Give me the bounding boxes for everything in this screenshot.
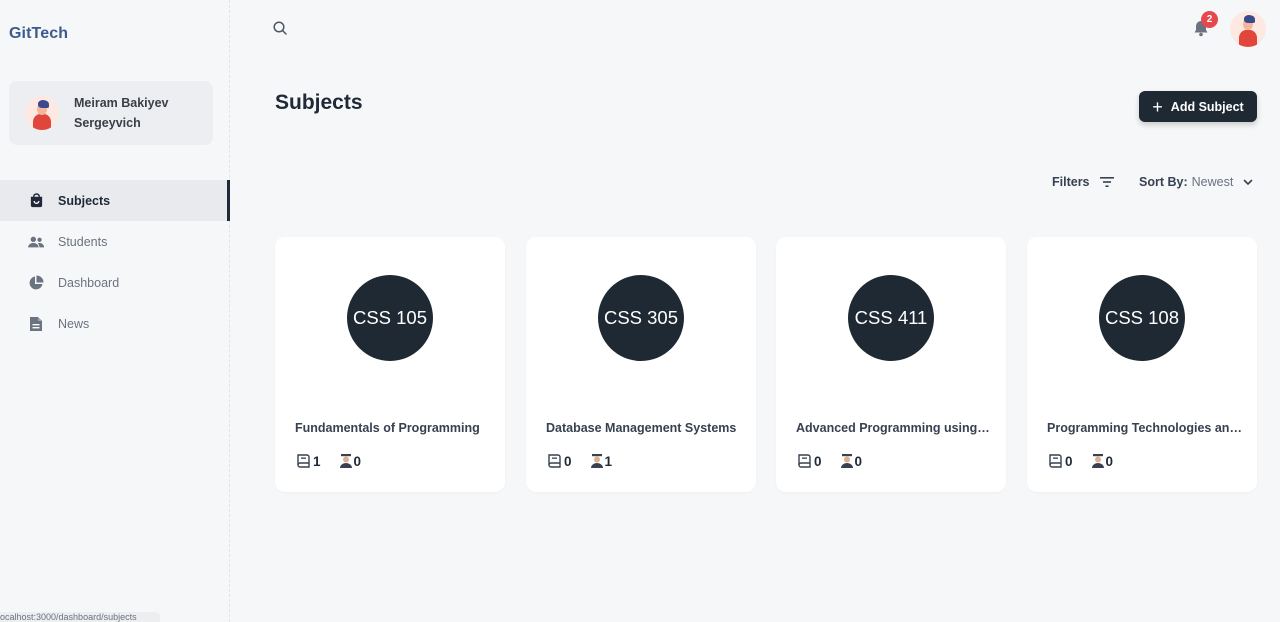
profile-name-first: Meiram Bakiyev: [74, 96, 169, 110]
subject-code-badge: CSS 411: [848, 275, 934, 361]
teachers-stat: 0: [339, 453, 362, 469]
filters-label: Filters: [1052, 175, 1090, 189]
subject-name: Programming Technologies and Tools: [1047, 421, 1242, 435]
teacher-icon: [590, 454, 603, 468]
subject-code-badge: CSS 105: [347, 275, 433, 361]
page-title: Subjects: [275, 91, 363, 114]
subject-stats: 1 0: [296, 453, 379, 469]
status-bar-url: ocalhost:3000/dashboard/subjects: [0, 612, 160, 622]
avatar: [25, 96, 59, 130]
book-icon: [297, 454, 310, 468]
filters-button[interactable]: Filters: [1052, 173, 1114, 191]
teachers-count: 0: [353, 453, 362, 469]
teachers-stat: 1: [590, 453, 613, 469]
subject-card[interactable]: CSS 411 Advanced Programming using Java …: [776, 237, 1006, 492]
sort-value: Newest: [1191, 175, 1234, 189]
search-icon[interactable]: [272, 20, 288, 36]
subject-card[interactable]: CSS 305 Database Management Systems 0 1: [526, 237, 756, 492]
subject-name: Database Management Systems: [546, 421, 737, 435]
teacher-icon: [339, 454, 352, 468]
chevron-down-icon: [1244, 179, 1253, 186]
bag-icon: [28, 193, 44, 209]
teachers-count: 0: [854, 453, 863, 469]
books-count: 1: [313, 453, 321, 469]
sidebar-item-label: Dashboard: [58, 275, 120, 290]
plus-icon: +: [1152, 96, 1163, 117]
books-count: 0: [1065, 453, 1073, 469]
sidebar-nav: Subjects Students Dashboard News: [0, 180, 230, 344]
sidebar-item-label: News: [58, 316, 90, 331]
book-icon: [798, 454, 811, 468]
sidebar-item-dashboard[interactable]: Dashboard: [0, 262, 230, 303]
sidebar: GitTech Meiram Bakiyev Sergeyvich Subjec…: [0, 0, 230, 622]
subject-name: Advanced Programming using Java: [796, 421, 991, 435]
subject-stats: 0 0: [797, 453, 880, 469]
profile-name-second: Sergeyvich: [74, 116, 141, 130]
subject-code-badge: CSS 108: [1099, 275, 1185, 361]
sidebar-item-students[interactable]: Students: [0, 221, 230, 262]
subject-stats: 0 1: [547, 453, 630, 469]
book-icon: [548, 454, 561, 468]
sidebar-item-news[interactable]: News: [0, 303, 230, 344]
teachers-stat: 0: [1091, 453, 1114, 469]
sidebar-item-label: Students: [58, 234, 108, 249]
books-stat: 1: [296, 453, 321, 469]
subject-code-badge: CSS 305: [598, 275, 684, 361]
books-count: 0: [814, 453, 822, 469]
subject-card[interactable]: CSS 105 Fundamentals of Programming 1 0: [275, 237, 505, 492]
sidebar-item-subjects[interactable]: Subjects: [0, 180, 230, 221]
subject-card[interactable]: CSS 108 Programming Technologies and Too…: [1027, 237, 1257, 492]
profile-card[interactable]: Meiram Bakiyev Sergeyvich: [9, 81, 213, 145]
books-stat: 0: [1048, 453, 1073, 469]
users-icon: [28, 234, 44, 250]
sort-label: Sort By:: [1139, 175, 1188, 189]
add-subject-label: Add Subject: [1170, 99, 1244, 114]
subject-name: Fundamentals of Programming: [295, 421, 480, 435]
teachers-count: 1: [604, 453, 613, 469]
avatar: [1230, 11, 1266, 47]
books-stat: 0: [797, 453, 822, 469]
profile-name: Meiram Bakiyev Sergeyvich: [74, 93, 169, 133]
app-logo[interactable]: GitTech: [9, 25, 68, 43]
teachers-stat: 0: [840, 453, 863, 469]
teacher-icon: [1091, 454, 1104, 468]
pie-chart-icon: [28, 275, 44, 291]
filter-icon: [1099, 177, 1114, 187]
user-avatar-button[interactable]: [1230, 11, 1266, 47]
books-stat: 0: [547, 453, 572, 469]
book-icon: [1049, 454, 1062, 468]
add-subject-button[interactable]: + Add Subject: [1139, 91, 1257, 122]
sort-dropdown[interactable]: Sort By: Newest: [1139, 173, 1253, 191]
teacher-icon: [840, 454, 853, 468]
sidebar-item-label: Subjects: [58, 193, 111, 208]
books-count: 0: [564, 453, 572, 469]
subject-stats: 0 0: [1048, 453, 1131, 469]
teachers-count: 0: [1105, 453, 1114, 469]
document-icon: [28, 316, 44, 332]
notification-count-badge: 2: [1201, 11, 1218, 28]
